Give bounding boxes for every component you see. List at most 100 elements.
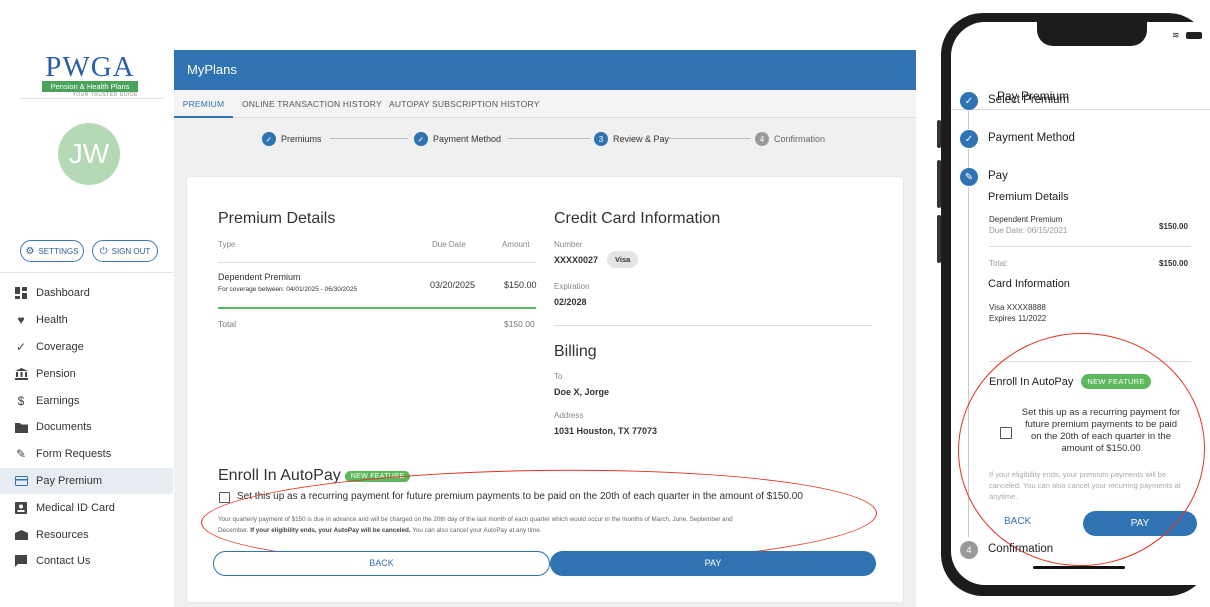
divider <box>989 246 1191 247</box>
stepper-connector <box>669 138 751 139</box>
sidebar-item-resources[interactable]: Resources <box>0 521 173 548</box>
phone-item-due: Due Date: 06/15/2021 <box>989 226 1068 235</box>
back-button[interactable]: BACK <box>213 551 550 576</box>
check-icon: ✓ <box>15 339 27 354</box>
sidebar: PWGA Pension & Health Plans YOUR TRUSTED… <box>0 50 173 607</box>
settings-button[interactable]: ⚙ SETTINGS <box>20 240 84 262</box>
phone-step-pay: Pay <box>988 170 1008 182</box>
step-label: Payment Method <box>433 134 502 144</box>
autopay-checkbox[interactable] <box>219 492 230 503</box>
step-number: 4 <box>755 132 769 146</box>
phone-step-payment-method: Payment Method <box>988 132 1075 144</box>
sidebar-item-pension[interactable]: Pension <box>0 360 173 387</box>
sidebar-item-contact-us[interactable]: Contact Us <box>0 548 173 575</box>
stepper-connector <box>508 138 590 139</box>
divider <box>951 109 1210 110</box>
tab-online-transaction-history[interactable]: ONLINE TRANSACTION HISTORY <box>242 90 382 118</box>
sidebar-item-dashboard[interactable]: Dashboard <box>0 280 173 307</box>
heart-icon: ♥ <box>17 313 25 328</box>
phone-step-confirmation: Confirmation <box>988 543 1054 555</box>
sidebar-item-medical-id-card[interactable]: Medical ID Card <box>0 494 173 521</box>
premium-name: Dependent Premium <box>218 272 301 282</box>
battery-icon <box>1186 32 1202 39</box>
check-icon: ✓ <box>960 130 978 148</box>
billing-heading: Billing <box>554 343 597 360</box>
billing-to-label: To <box>554 372 563 381</box>
col-type: Type <box>218 240 236 249</box>
billing-to: Doe X, Jorge <box>554 387 610 397</box>
settings-label: SETTINGS <box>38 246 79 256</box>
divider <box>20 98 163 99</box>
tab-autopay-subscription-history[interactable]: AUTOPAY SUBSCRIPTION HISTORY <box>389 90 540 118</box>
app-header: MyPlans <box>174 50 916 90</box>
box-icon <box>14 528 28 542</box>
sidebar-item-form-requests[interactable]: ✎ Form Requests <box>0 441 173 468</box>
expiration-value: 02/2028 <box>554 297 587 307</box>
check-icon: ✓ <box>414 132 428 146</box>
pencil-icon: ✎ <box>15 447 27 462</box>
sidebar-item-health[interactable]: ♥ Health <box>0 307 173 334</box>
step-payment-method: ✓ Payment Method <box>414 130 501 148</box>
phone-item: Dependent Premium <box>989 215 1063 224</box>
step-review-pay: 3 Review & Pay <box>594 130 669 148</box>
sidebar-item-label: Pay Premium <box>36 474 103 487</box>
chat-icon <box>14 554 28 568</box>
stepper-connector <box>330 138 408 139</box>
phone-step-number: 4 <box>960 541 978 559</box>
sidebar-item-label: Coverage <box>36 340 84 353</box>
sign-out-button[interactable]: ⏻ SIGN OUT <box>92 240 158 262</box>
sidebar-item-coverage[interactable]: ✓ Coverage <box>0 334 173 361</box>
bank-icon <box>14 367 28 381</box>
sidebar-item-label: Earnings <box>36 394 80 407</box>
sidebar-item-pay-premium[interactable]: Pay Premium <box>0 467 173 495</box>
sidebar-item-label: Medical ID Card <box>36 501 115 514</box>
expiration-label: Expiration <box>554 282 590 291</box>
step-label: Confirmation <box>774 134 826 144</box>
sidebar-nav: Dashboard ♥ Health ✓ Coverage Pension $ Ear… <box>0 280 173 575</box>
pencil-icon: ✎ <box>960 168 978 186</box>
phone-total-label: Total: <box>989 259 1009 268</box>
check-icon: ✓ <box>262 132 276 146</box>
logo-wordmark: PWGA <box>45 51 135 83</box>
total-amount: $150.00 <box>504 319 535 329</box>
total-label: Total <box>218 319 236 329</box>
page-title: MyPlans <box>187 62 237 77</box>
step-label: Premiums <box>281 134 322 144</box>
pay-button[interactable]: PAY <box>550 551 876 576</box>
avatar: JW <box>58 123 120 185</box>
phone-premium-heading: Premium Details <box>988 191 1069 203</box>
gear-icon: ⚙ <box>25 245 35 257</box>
step-label: Review & Pay <box>613 134 670 144</box>
sidebar-item-label: Pension <box>36 367 76 380</box>
divider <box>218 307 536 309</box>
tab-bar: PREMIUM ONLINE TRANSACTION HISTORY AUTOP… <box>174 90 916 118</box>
sidebar-item-earnings[interactable]: $ Earnings <box>0 387 173 414</box>
premium-amount: $150.00 <box>504 280 537 290</box>
dollar-icon: $ <box>17 393 25 408</box>
id-card-icon <box>14 501 28 515</box>
premium-details-heading: Premium Details <box>218 210 336 227</box>
sign-out-label: SIGN OUT <box>111 246 151 256</box>
phone-card-line2: Expires 11/2022 <box>989 314 1047 323</box>
stepper-connector <box>968 149 969 169</box>
tab-premium[interactable]: PREMIUM <box>174 90 233 118</box>
sidebar-item-label: Documents <box>36 421 92 434</box>
step-confirmation: 4 Confirmation <box>755 130 825 148</box>
wifi-icon: ≋ <box>1172 30 1180 40</box>
divider <box>218 262 536 263</box>
step-premiums: ✓ Premiums <box>262 130 322 148</box>
step-number: 3 <box>594 132 608 146</box>
sidebar-item-label: Dashboard <box>36 287 90 300</box>
card-number: XXXX0027 <box>554 255 599 265</box>
col-due-date: Due Date <box>432 240 466 249</box>
phone-step-select-premium: Select Premium <box>988 94 1070 106</box>
sidebar-item-label: Health <box>36 314 68 327</box>
folder-icon <box>14 420 28 434</box>
divider <box>0 272 173 273</box>
phone-notch <box>1037 20 1147 46</box>
home-indicator <box>1033 566 1125 569</box>
pwga-logo[interactable]: PWGA Pension & Health Plans YOUR TRUSTED… <box>42 53 138 98</box>
phone-card-line1: Visa XXXX8888 <box>989 303 1046 312</box>
sidebar-item-documents[interactable]: Documents <box>0 414 173 441</box>
billing-address-label: Address <box>554 411 584 420</box>
